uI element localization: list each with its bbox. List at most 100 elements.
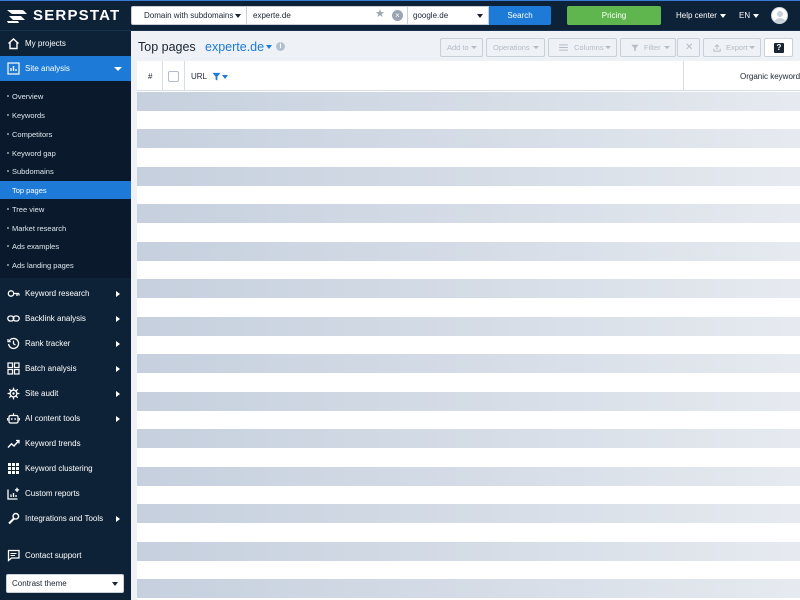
- search-scope-select[interactable]: Domain with subdomains: [131, 6, 247, 25]
- column-divider: [162, 61, 163, 91]
- submenu-item-competitors[interactable]: Competitors: [0, 125, 131, 143]
- top-bar: SERPSTAT Domain with subdomains ★ × goog…: [0, 0, 800, 31]
- columns-button[interactable]: Columns: [548, 38, 617, 57]
- submenu-item-keyword-gap[interactable]: Keyword gap: [0, 144, 131, 162]
- table-row-placeholder: [137, 261, 800, 280]
- sidebar-item-keyword-trends[interactable]: Keyword trends: [0, 431, 131, 456]
- table-header: # URL Organic keywords: [137, 61, 800, 91]
- search-group: Domain with subdomains ★ × google.de Sea…: [131, 6, 551, 25]
- chevron-down-icon: [266, 45, 273, 49]
- sidebar-item-my-projects[interactable]: My projects: [0, 31, 131, 56]
- chevron-down-icon: [471, 46, 477, 49]
- sidebar-item-label: Rank tracker: [25, 339, 71, 348]
- chevron-down-icon: [112, 582, 118, 586]
- select-all-checkbox[interactable]: [168, 71, 179, 82]
- sidebar-item-rank-tracker[interactable]: Rank tracker: [0, 331, 131, 356]
- chart-icon: [7, 62, 20, 75]
- submenu-item-label: Ads landing pages: [12, 260, 74, 270]
- table-row-placeholder: [137, 354, 800, 373]
- sidebar-item-label: Keyword clustering: [25, 464, 93, 473]
- close-icon: ✕: [685, 42, 694, 53]
- sidebar-item-backlink-analysis[interactable]: Backlink analysis: [0, 306, 131, 331]
- sidebar-item-label: Site audit: [25, 389, 59, 398]
- submenu-item-label: Subdomains: [12, 166, 54, 176]
- add-to-button[interactable]: Add to: [440, 38, 483, 57]
- bullet-icon: [7, 245, 9, 247]
- avatar[interactable]: [771, 7, 788, 24]
- table-row-placeholder: [137, 486, 800, 505]
- table-row-placeholder: [137, 317, 800, 336]
- table-row-placeholder: [137, 204, 800, 223]
- table-row-placeholder: [137, 392, 800, 411]
- sidebar-item-custom-reports[interactable]: Custom reports: [0, 481, 131, 506]
- help-center-label: Help center: [676, 11, 717, 20]
- column-divider: [184, 61, 185, 91]
- chevron-right-icon: [116, 290, 120, 297]
- submenu-item-subdomains[interactable]: Subdomains: [0, 162, 131, 180]
- clear-filter-button[interactable]: ✕: [677, 38, 700, 57]
- domain-selector[interactable]: experte.de: [205, 40, 273, 54]
- sidebar-item-contact-support[interactable]: Contact support: [0, 543, 131, 568]
- submenu-item-overview[interactable]: Overview: [0, 87, 131, 105]
- help-center-menu[interactable]: Help center: [676, 11, 726, 20]
- submenu-item-tree-view[interactable]: Tree view: [0, 200, 131, 218]
- logo[interactable]: SERPSTAT: [6, 7, 120, 24]
- search-engine-select[interactable]: google.de: [408, 6, 489, 25]
- bullet-icon: [7, 170, 9, 172]
- submenu-item-keywords[interactable]: Keywords: [0, 106, 131, 124]
- chevron-right-icon: [116, 515, 120, 522]
- star-icon[interactable]: ★: [375, 9, 386, 20]
- filter-button[interactable]: Filter: [620, 38, 676, 57]
- chat-icon: [7, 549, 20, 562]
- logo-text: SERPSTAT: [33, 7, 121, 24]
- search-button[interactable]: Search: [489, 6, 551, 25]
- sidebar-item-keyword-clustering[interactable]: Keyword clustering: [0, 456, 131, 481]
- filter-icon[interactable]: [212, 72, 221, 81]
- pricing-button[interactable]: Pricing: [567, 6, 661, 25]
- submenu-item-ads-landing-pages[interactable]: Ads landing pages: [0, 256, 131, 274]
- theme-select[interactable]: Contrast theme: [6, 574, 124, 593]
- column-header-organic-keywords[interactable]: Organic keywords: [740, 72, 800, 81]
- table-row-placeholder: [137, 336, 800, 355]
- export-button[interactable]: Export: [703, 38, 761, 57]
- sidebar-item-site-audit[interactable]: Site audit: [0, 381, 131, 406]
- chevron-down-icon: [719, 13, 726, 18]
- domain-input-wrap: ★ ×: [247, 6, 408, 25]
- table-row-placeholder: [137, 373, 800, 392]
- chevron-down-icon: [664, 46, 670, 49]
- sidebar-item-ai-content-tools[interactable]: AI content tools: [0, 406, 131, 431]
- filter-icon: [631, 44, 639, 51]
- table-row-placeholder: [137, 148, 800, 167]
- chevron-down-icon: [605, 46, 611, 49]
- sidebar-item-keyword-research[interactable]: Keyword research: [0, 281, 131, 306]
- sidebar-item-label: Site analysis: [25, 64, 70, 73]
- table-row-placeholder: [137, 411, 800, 430]
- sidebar-item-batch-analysis[interactable]: Batch analysis: [0, 356, 131, 381]
- language-select[interactable]: EN: [739, 11, 760, 20]
- chevron-right-icon: [116, 365, 120, 372]
- site-analysis-submenu: Overview Keywords Competitors Keyword ga…: [0, 81, 131, 278]
- export-icon: [713, 43, 721, 52]
- sidebar-item-site-analysis[interactable]: Site analysis: [0, 56, 131, 81]
- chevron-right-icon: [116, 340, 120, 347]
- search-engine-value: google.de: [413, 11, 449, 20]
- sidebar-item-integrations[interactable]: Integrations and Tools: [0, 506, 131, 531]
- clear-icon[interactable]: ×: [392, 10, 403, 21]
- submenu-item-top-pages[interactable]: Top pages: [0, 181, 131, 199]
- submenu-item-ads-examples[interactable]: Ads examples: [0, 237, 131, 255]
- submenu-item-label: Tree view: [12, 204, 45, 214]
- help-button[interactable]: ?: [764, 38, 793, 57]
- table-row-placeholder: [137, 561, 800, 580]
- filter-label: Filter: [644, 43, 661, 52]
- chevron-down-icon: [222, 74, 229, 79]
- operations-button[interactable]: Operations: [486, 38, 545, 57]
- report-icon: [7, 487, 20, 500]
- info-icon[interactable]: i: [276, 42, 285, 51]
- table-row-placeholder: [137, 242, 800, 261]
- top-accent-line: [0, 0, 800, 1]
- submenu-item-market-research[interactable]: Market research: [0, 219, 131, 237]
- column-header-url[interactable]: URL: [191, 72, 229, 81]
- avatar-body: [774, 18, 786, 23]
- avatar-head: [777, 11, 783, 17]
- chevron-down-icon: [477, 14, 483, 18]
